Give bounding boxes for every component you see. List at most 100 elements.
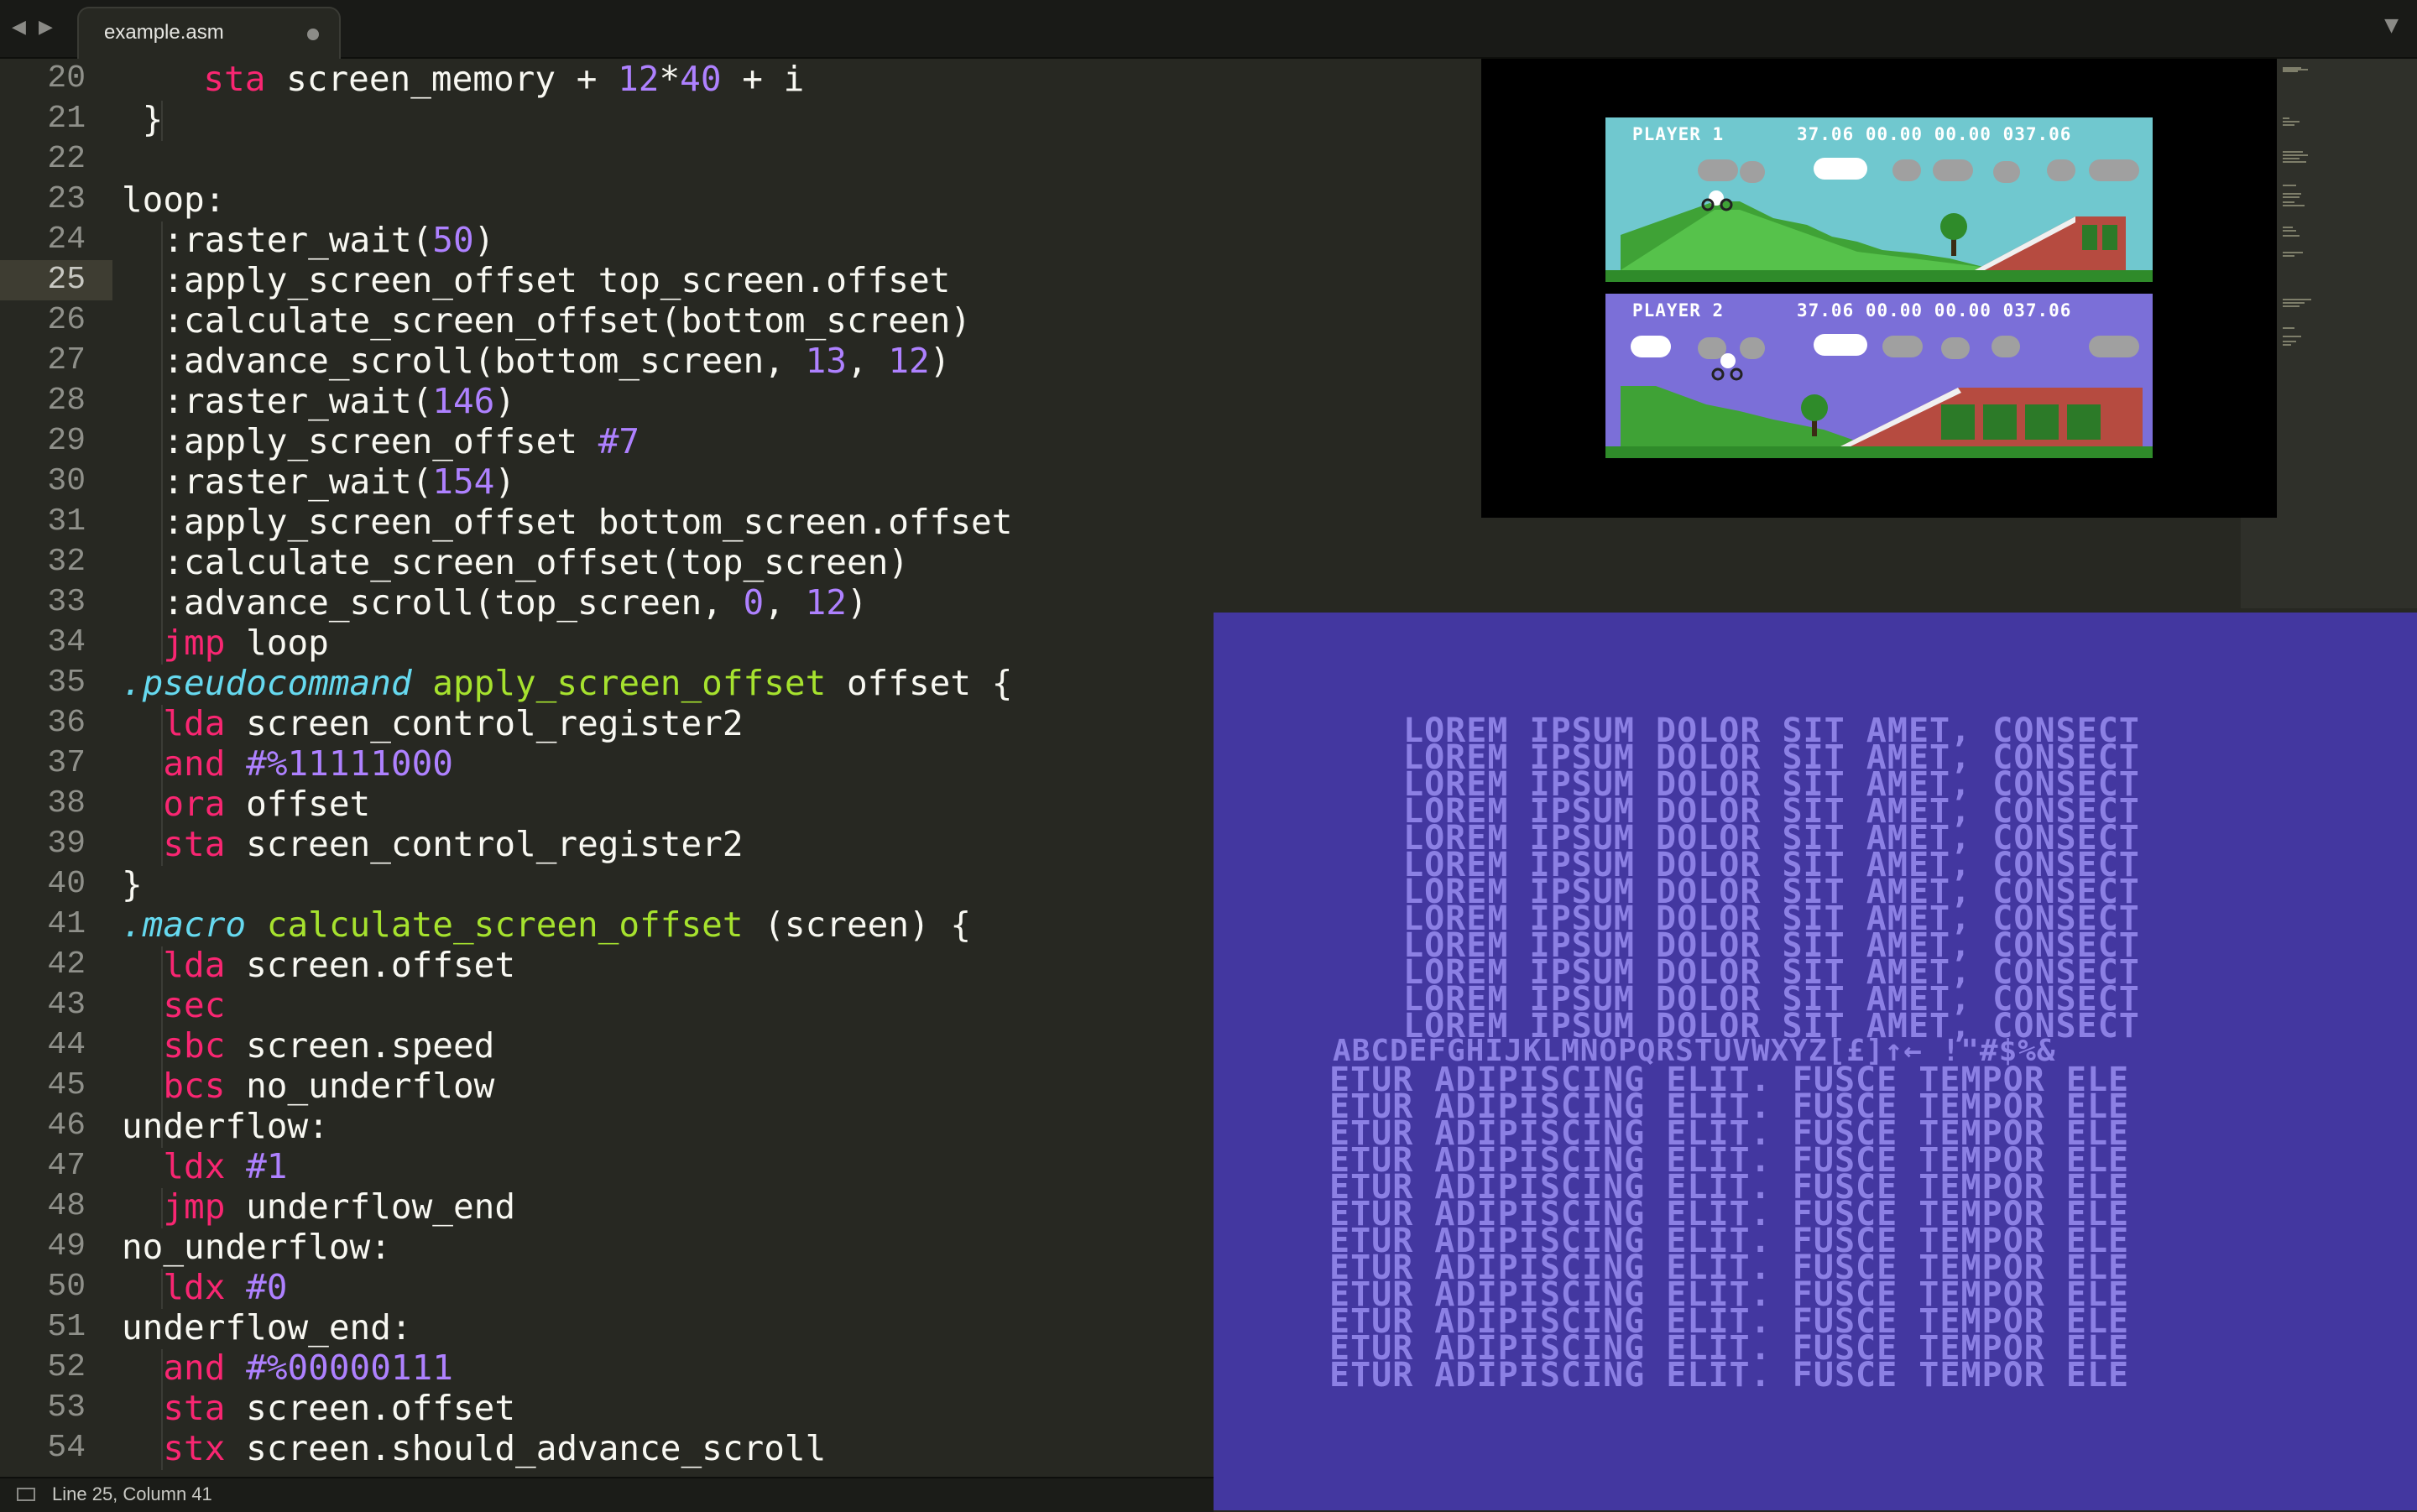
back-arrow-icon[interactable]: ◀ <box>12 17 26 38</box>
code-line[interactable]: ldx #1 <box>122 1146 1213 1186</box>
code-line[interactable]: sta screen_memory + 12*40 + i <box>122 59 1213 99</box>
code-token-num: 12 <box>805 582 847 623</box>
code-token: underflow_end: <box>122 1307 412 1348</box>
code-line[interactable]: :apply_screen_offset bottom_screen.offse… <box>122 502 1213 542</box>
code-line[interactable]: :advance_scroll(bottom_screen, 13, 12) <box>122 341 1213 381</box>
code-line[interactable]: loop: <box>122 180 1213 220</box>
minimap-line <box>2283 154 2308 156</box>
code-line[interactable]: ora offset <box>122 784 1213 824</box>
tab-menu-icon[interactable]: ▼ <box>2384 15 2399 36</box>
code-line[interactable]: :raster_wait(50) <box>122 220 1213 260</box>
minimap-line <box>2283 196 2300 198</box>
code-token-num: 0 <box>743 582 765 623</box>
line-number: 49 <box>47 1228 86 1264</box>
line-number: 39 <box>47 826 86 862</box>
line-number: 36 <box>47 705 86 741</box>
code-line[interactable]: jmp loop <box>122 623 1213 663</box>
cursor-position: Line 25, Column 41 <box>52 1483 212 1504</box>
code-token-num: 154 <box>432 461 495 502</box>
code-line[interactable]: :calculate_screen_offset(bottom_screen) <box>122 300 1213 341</box>
code-line[interactable]: :apply_screen_offset top_screen.offset <box>122 260 1213 300</box>
code-editor[interactable]: sta screen_memory + 12*40 + i } loop: :r… <box>122 59 1213 1477</box>
code-token: ) <box>473 220 495 260</box>
tab-example-asm[interactable]: example.asm <box>77 7 341 59</box>
code-line[interactable] <box>122 139 1213 180</box>
code-line[interactable]: jmp underflow_end <box>122 1186 1213 1227</box>
code-token-kw: stx <box>163 1428 226 1468</box>
code-token: ) <box>494 461 516 502</box>
emulator-game-window[interactable]: PLAYER 1 37.06 00.00 00.00 037.06 PLAYER… <box>1481 59 2277 518</box>
line-number: 51 <box>47 1309 86 1345</box>
code-line[interactable]: } <box>122 99 1213 139</box>
code-line[interactable]: and #%00000111 <box>122 1348 1213 1388</box>
minimap-line <box>2283 252 2303 253</box>
code-token-kw: sec <box>163 985 226 1025</box>
code-line[interactable]: :advance_scroll(top_screen, 0, 12) <box>122 582 1213 623</box>
code-token-kw: sta <box>203 59 266 99</box>
line-number-active: 25 <box>0 260 112 300</box>
code-token: :raster_wait( <box>122 381 433 421</box>
minimap-line <box>2283 70 2298 72</box>
code-line[interactable]: } <box>122 864 1213 905</box>
minimap-line <box>2283 336 2301 337</box>
line-number: 27 <box>47 342 86 378</box>
minimap-line <box>2283 227 2293 228</box>
code-line[interactable]: underflow: <box>122 1106 1213 1146</box>
code-line[interactable]: no_underflow: <box>122 1227 1213 1267</box>
code-line[interactable]: :calculate_screen_offset(top_screen) <box>122 542 1213 582</box>
code-line[interactable]: sec <box>122 985 1213 1025</box>
code-line[interactable]: sta screen_control_register2 <box>122 824 1213 864</box>
code-token-num: #0 <box>246 1267 288 1307</box>
code-line[interactable]: underflow_end: <box>122 1307 1213 1348</box>
code-token-fn: calculate_screen_offset <box>266 905 744 945</box>
forward-arrow-icon[interactable]: ▶ <box>39 17 53 38</box>
code-line[interactable]: :raster_wait(154) <box>122 461 1213 502</box>
code-token-kw: lda <box>163 703 226 743</box>
code-token: screen_control_register2 <box>225 824 744 864</box>
code-token: :raster_wait( <box>122 461 433 502</box>
unsaved-dot-icon[interactable] <box>307 29 319 40</box>
code-line[interactable]: .macro calculate_screen_offset (screen) … <box>122 905 1213 945</box>
panel-toggle-icon[interactable] <box>17 1488 35 1501</box>
line-number: 48 <box>47 1188 86 1224</box>
line-number: 44 <box>47 1027 86 1063</box>
code-line[interactable]: stx screen.should_advance_scroll <box>122 1428 1213 1468</box>
line-number: 31 <box>47 503 86 540</box>
line-number-gutter[interactable]: 20 21 22 23 24 25 26 27 28 29 30 31 32 3… <box>0 59 112 1477</box>
line-number: 46 <box>47 1108 86 1144</box>
code-token: , <box>764 582 806 623</box>
code-line[interactable]: lda screen_control_register2 <box>122 703 1213 743</box>
code-line[interactable]: :apply_screen_offset #7 <box>122 421 1213 461</box>
code-line[interactable]: ldx #0 <box>122 1267 1213 1307</box>
code-line[interactable]: sbc screen.speed <box>122 1025 1213 1066</box>
code-token: underflow_end <box>225 1186 516 1227</box>
minimap-line <box>2283 341 2296 342</box>
code-token: screen.speed <box>225 1025 495 1066</box>
code-line[interactable]: bcs no_underflow <box>122 1066 1213 1106</box>
line-number: 50 <box>47 1269 86 1305</box>
code-line[interactable]: .pseudocommand apply_screen_offset offse… <box>122 663 1213 703</box>
code-line[interactable]: :raster_wait(146) <box>122 381 1213 421</box>
code-line[interactable]: and #%11111000 <box>122 743 1213 784</box>
minimap-line <box>2283 305 2300 307</box>
emulator-text-window[interactable]: LOREM IPSUM DOLOR SIT AMET, CONSECT LOREM… <box>1214 613 2417 1510</box>
code-token-kw: bcs <box>163 1066 226 1106</box>
code-line[interactable]: sta screen.offset <box>122 1388 1213 1428</box>
code-token: no_underflow <box>225 1066 495 1106</box>
code-line[interactable]: lda screen.offset <box>122 945 1213 985</box>
code-token-kw: ldx <box>163 1146 226 1186</box>
code-token: ) <box>846 582 868 623</box>
